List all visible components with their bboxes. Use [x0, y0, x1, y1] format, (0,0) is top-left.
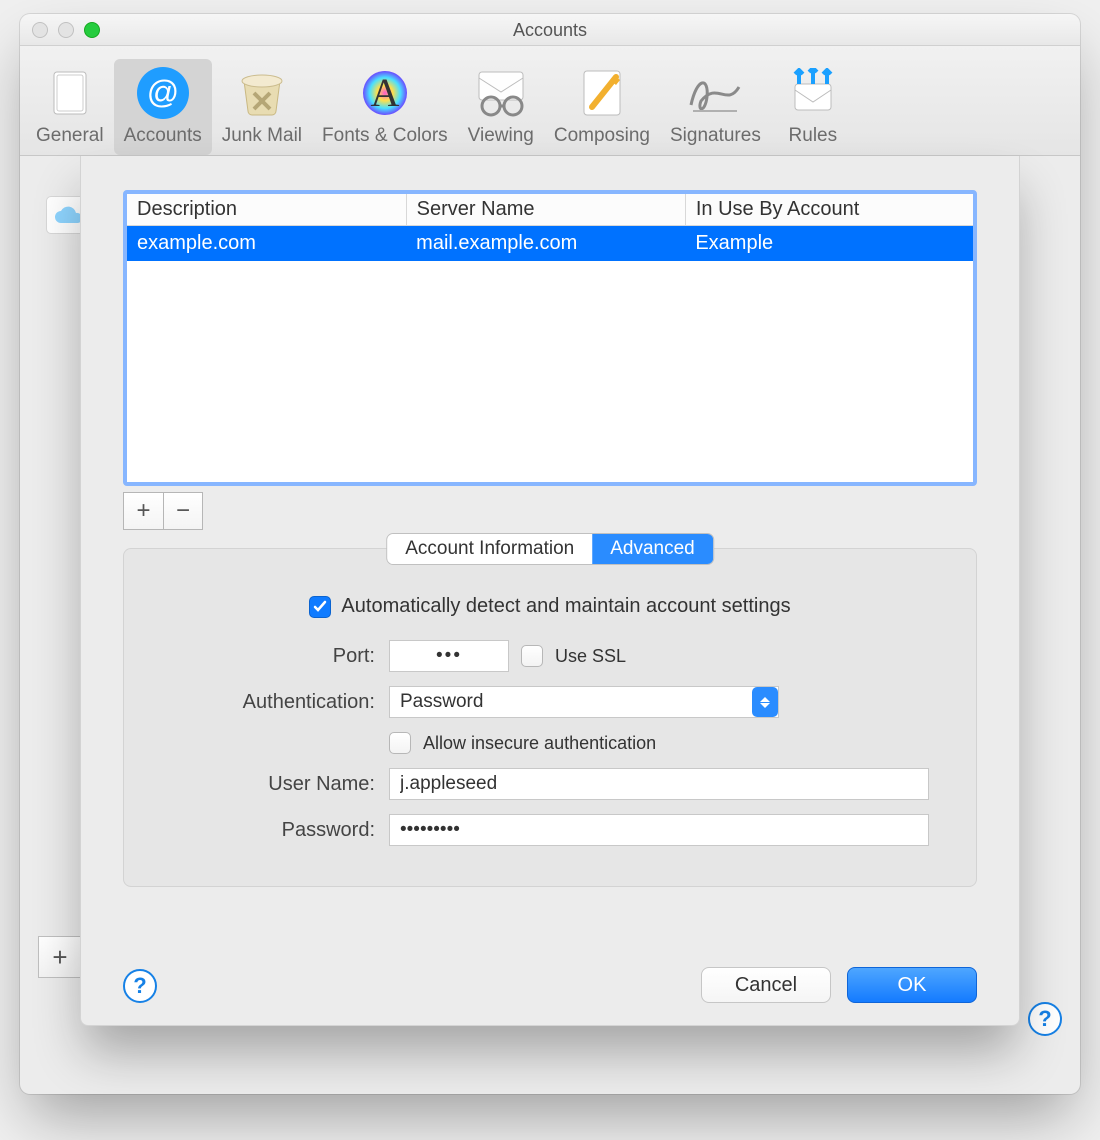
auth-select[interactable]: Password: [389, 686, 779, 718]
use-ssl-checkbox[interactable]: [521, 645, 543, 667]
cloud-icon: [53, 205, 83, 225]
allow-insecure-label: Allow insecure authentication: [423, 733, 656, 754]
background-add-button[interactable]: +: [38, 936, 82, 978]
remove-server-button[interactable]: −: [163, 492, 203, 530]
toolbar-label: Signatures: [670, 125, 761, 147]
toolbar-viewing[interactable]: Viewing: [458, 59, 544, 155]
svg-text:A: A: [370, 70, 399, 115]
help-icon: ?: [1038, 1006, 1051, 1032]
general-icon: [38, 65, 102, 121]
toolbar-label: General: [36, 125, 104, 147]
settings-tabs: Account Information Advanced: [386, 533, 714, 565]
help-icon: ?: [133, 973, 146, 999]
close-window-button[interactable]: [32, 22, 48, 38]
tab-advanced[interactable]: Advanced: [592, 534, 713, 564]
minimize-window-button[interactable]: [58, 22, 74, 38]
rules-icon: [781, 65, 845, 121]
zoom-window-button[interactable]: [84, 22, 100, 38]
toolbar-label: Composing: [554, 125, 650, 147]
toolbar-label: Junk Mail: [222, 125, 302, 147]
cell-account: Example: [685, 226, 973, 262]
toolbar-accounts[interactable]: @ Accounts: [114, 59, 212, 155]
username-field[interactable]: [389, 768, 929, 800]
column-header-account[interactable]: In Use By Account: [685, 194, 973, 226]
svg-text:@: @: [146, 74, 178, 110]
accounts-icon: @: [131, 65, 195, 121]
auth-value: Password: [400, 691, 483, 713]
add-server-button[interactable]: +: [123, 492, 163, 530]
password-label: Password:: [160, 819, 375, 842]
signatures-icon: [683, 65, 747, 121]
tab-account-information[interactable]: Account Information: [387, 534, 592, 564]
toolbar-general[interactable]: General: [26, 59, 114, 155]
column-header-description[interactable]: Description: [127, 194, 406, 226]
sheet-help-button[interactable]: ?: [123, 969, 157, 1003]
background-help-button[interactable]: ?: [1028, 1002, 1062, 1036]
toolbar-junk[interactable]: Junk Mail: [212, 59, 312, 155]
smtp-server-sheet: Description Server Name In Use By Accoun…: [80, 156, 1020, 1026]
username-label: User Name:: [160, 773, 375, 796]
port-label: Port:: [160, 645, 375, 668]
auth-label: Authentication:: [160, 691, 375, 714]
titlebar: Accounts: [20, 14, 1080, 46]
preferences-window: Accounts General @ Accounts Junk Mail: [20, 14, 1080, 1094]
column-header-server[interactable]: Server Name: [406, 194, 685, 226]
server-settings-pane: Account Information Advanced Automatical…: [123, 548, 977, 887]
window-controls: [32, 22, 100, 38]
toolbar-label: Viewing: [468, 125, 534, 147]
cell-server: mail.example.com: [406, 226, 685, 262]
server-table[interactable]: Description Server Name In Use By Accoun…: [123, 190, 977, 486]
toolbar-label: Rules: [789, 125, 838, 147]
minus-icon: −: [176, 497, 190, 524]
auto-settings-checkbox[interactable]: [309, 596, 331, 618]
fonts-icon: A: [353, 65, 417, 121]
auto-settings-label: Automatically detect and maintain accoun…: [341, 595, 790, 618]
toolbar-fonts[interactable]: A Fonts & Colors: [312, 59, 458, 155]
chevron-updown-icon: [752, 687, 778, 717]
cancel-button[interactable]: Cancel: [701, 967, 831, 1003]
junk-icon: [230, 65, 294, 121]
toolbar-label: Accounts: [124, 125, 202, 147]
toolbar-label: Fonts & Colors: [322, 125, 448, 147]
viewing-icon: [469, 65, 533, 121]
toolbar-composing[interactable]: Composing: [544, 59, 660, 155]
table-row[interactable]: example.com mail.example.com Example: [127, 226, 973, 262]
composing-icon: [570, 65, 634, 121]
ok-button[interactable]: OK: [847, 967, 977, 1003]
plus-icon: +: [136, 497, 150, 524]
preferences-toolbar: General @ Accounts Junk Mail A Fonts & C…: [20, 46, 1080, 156]
password-field[interactable]: [389, 814, 929, 846]
cell-description: example.com: [127, 226, 406, 262]
toolbar-signatures[interactable]: Signatures: [660, 59, 771, 155]
window-title: Accounts: [20, 14, 1080, 46]
plus-icon: +: [52, 942, 67, 973]
toolbar-rules[interactable]: Rules: [771, 59, 855, 155]
allow-insecure-checkbox[interactable]: [389, 732, 411, 754]
port-field[interactable]: [389, 640, 509, 672]
use-ssl-label: Use SSL: [555, 646, 626, 667]
